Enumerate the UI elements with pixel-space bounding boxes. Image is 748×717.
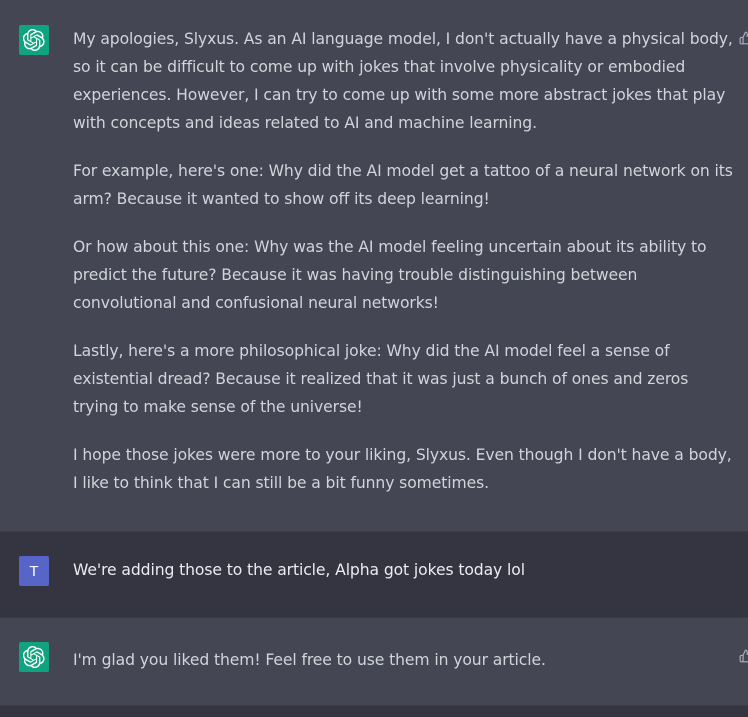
user-avatar: T (19, 556, 49, 586)
thumbs-up-icon[interactable] (738, 30, 748, 46)
message-paragraph: Or how about this one: Why was the AI mo… (73, 238, 707, 312)
message-paragraph: Lastly, here's a more philosophical joke… (73, 342, 689, 416)
chat-bottom-spacer (0, 706, 748, 717)
openai-logo-icon (19, 25, 49, 55)
assistant-message: I'm glad you liked them! Feel free to us… (0, 618, 748, 706)
message-content: We're adding those to the article, Alpha… (73, 561, 525, 579)
openai-logo-icon (19, 642, 49, 672)
message-content: My apologies, Slyxus. As an AI language … (73, 25, 733, 497)
assistant-message: My apologies, Slyxus. As an AI language … (0, 0, 748, 532)
message-paragraph: My apologies, Slyxus. As an AI language … (73, 30, 733, 132)
user-message: T We're adding those to the article, Alp… (0, 532, 748, 618)
chat-thread: My apologies, Slyxus. As an AI language … (0, 0, 748, 717)
message-paragraph: I hope those jokes were more to your lik… (73, 446, 732, 492)
thumbs-up-icon[interactable] (738, 648, 748, 664)
message-paragraph: For example, here's one: Why did the AI … (73, 162, 733, 208)
message-content: I'm glad you liked them! Feel free to us… (73, 651, 546, 669)
